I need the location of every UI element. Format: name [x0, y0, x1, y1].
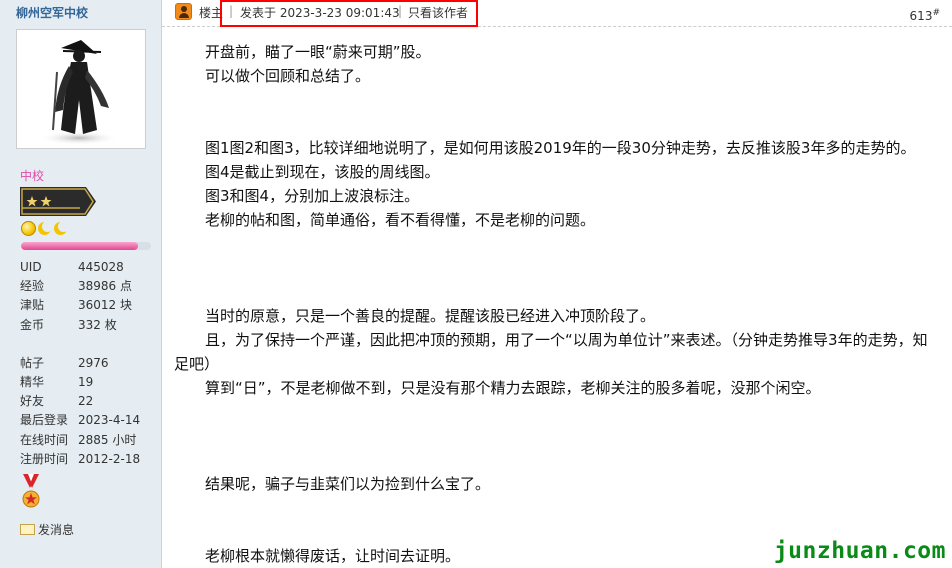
- stat-label: 好友: [20, 394, 45, 409]
- envelope-icon: [20, 524, 35, 535]
- send-message-button[interactable]: 发消息: [20, 521, 74, 538]
- content-paragraph: 图4是截止到现在，该股的周线图。: [205, 163, 440, 181]
- avatar[interactable]: [16, 29, 146, 149]
- user-stats: UID 445028 经验 38986 点津贴 36012 块金币 332 枚 帖子 297…: [20, 258, 155, 469]
- post-content: 开盘前，瞄了一眼“蔚来可期”股。 可以做个回顾和总结了。图1图2和图3，比较详细地…: [174, 40, 939, 568]
- content-paragraph: 结果呢，骗子与韭菜们以为捡到什么宝了。: [205, 475, 491, 493]
- stat-value: 2976: [78, 355, 109, 370]
- stat-row: 津贴 36012 块: [20, 296, 155, 315]
- stat-value: 445028: [78, 260, 124, 274]
- stat-label: 精华: [20, 374, 45, 389]
- medal-icon[interactable]: [20, 474, 42, 510]
- stat-row: 精华 19: [20, 373, 155, 392]
- stat-value: 2885 小时: [78, 432, 137, 447]
- stat-label: 在线时间: [20, 432, 69, 447]
- content-paragraph: 且，为了保持一个严谨，因此把冲顶的预期，用了一个“以周为单位计”来表述。（分钟走…: [174, 331, 928, 373]
- post-number: 613: [909, 9, 933, 23]
- username-link[interactable]: 柳州空军中校: [16, 4, 88, 21]
- stat-value: 22: [78, 394, 94, 409]
- post-header: 楼主 | 发表于 2023-3-23 09:01:43 | 只看该作者 613#: [162, 0, 952, 27]
- stat-label: 津贴: [20, 298, 45, 313]
- content-paragraph: 可以做个回顾和总结了。: [205, 67, 371, 85]
- stat-label: 最后登录: [20, 413, 69, 428]
- stat-value: 2023-4-14: [78, 413, 141, 428]
- content-paragraph: 开盘前，瞄了一眼“蔚来可期”股。: [205, 43, 431, 61]
- stat-label: UID: [20, 260, 42, 274]
- user-icon: [175, 3, 192, 20]
- stat-label: 帖子: [20, 355, 45, 370]
- content-paragraph: 算到“日”，不是老柳做不到，只是没有那个精力去跟踪，老柳关注的股多着呢，没那个闲…: [205, 379, 821, 397]
- stat-value: 19: [78, 374, 94, 389]
- content-paragraph: 图1图2和图3，比较详细地说明了，是如何用该股2019年的一段30分钟走势，去反…: [205, 139, 916, 157]
- stat-value: 2012-2-18: [78, 451, 141, 466]
- stat-row: 金币 332 枚: [20, 316, 155, 335]
- stat-row: UID 445028: [20, 258, 155, 277]
- watermark: junzhuan.com: [773, 538, 946, 564]
- content-paragraph: 老柳的帖和图，简单通俗，看不看得懂，不是老柳的问题。: [205, 211, 596, 229]
- send-message-label: 发消息: [38, 523, 75, 537]
- rank-badge-icon: [20, 187, 96, 216]
- stat-row: 注册时间 2012-2-18: [20, 450, 155, 469]
- moon-level-icon: [53, 221, 69, 236]
- stat-value: 36012 块: [78, 298, 132, 313]
- stat-value: 38986 点: [78, 279, 132, 294]
- stat-label: 金币: [20, 317, 45, 332]
- stat-row: 帖子 2976: [20, 354, 155, 373]
- stat-row: 在线时间 2885 小时: [20, 431, 155, 450]
- avatar-image: [39, 40, 119, 145]
- stat-row: 好友 22: [20, 392, 155, 411]
- stat-label: 注册时间: [20, 451, 69, 466]
- stat-value: 332 枚: [78, 317, 117, 332]
- highlight-annotation: [220, 0, 478, 27]
- stat-row: 最后登录 2023-4-14: [20, 411, 155, 430]
- stat-row: 经验 38986 点: [20, 277, 155, 296]
- level-progress-bar: [21, 242, 151, 250]
- user-sidebar: 柳州空军中校 中校 UID 445028 经验 38986 点 津贴 36012…: [0, 0, 162, 568]
- content-paragraph: 当时的原意，只是一个善良的提醒。提醒该股已经进入冲顶阶段了。: [205, 307, 656, 325]
- stat-label: 经验: [20, 279, 45, 294]
- sun-level-icon: [21, 221, 36, 236]
- content-paragraph: 图3和图4，分别加上波浪标注。: [205, 187, 420, 205]
- user-rank: 中校: [20, 169, 45, 183]
- moon-level-icon: [37, 221, 53, 236]
- level-progress-fill: [21, 242, 138, 250]
- post-number-suffix: #: [932, 8, 940, 18]
- post-number-link[interactable]: 613#: [910, 8, 940, 23]
- level-icons: [21, 221, 69, 236]
